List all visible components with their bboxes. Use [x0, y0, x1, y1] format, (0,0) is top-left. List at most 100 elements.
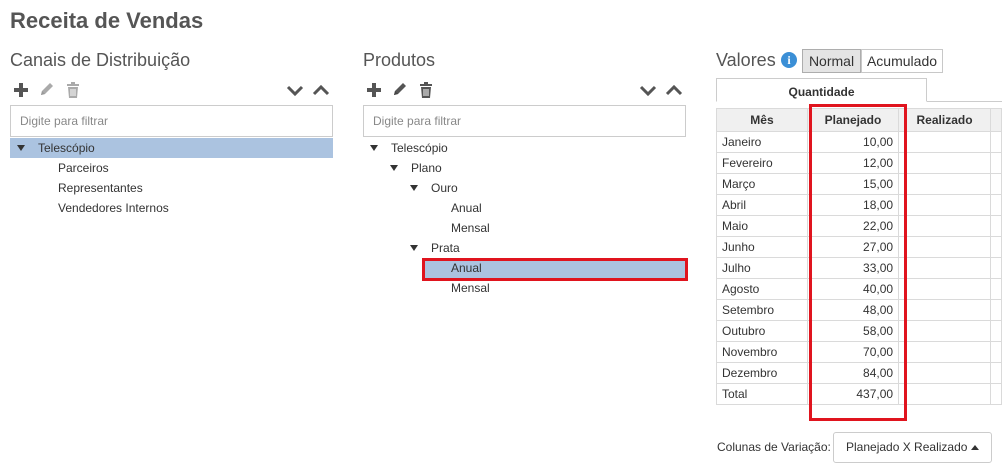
actual-cell[interactable]	[898, 362, 991, 384]
expanded-caret-icon[interactable]	[410, 245, 418, 251]
actual-cell[interactable]	[898, 383, 991, 405]
expand-all-icon[interactable]	[639, 80, 657, 100]
extra-cell[interactable]	[989, 362, 1002, 384]
month-cell[interactable]: Novembro	[716, 341, 808, 363]
table-row: Agosto 40,00	[716, 278, 1002, 300]
column-header-realizado[interactable]: Realizado	[898, 108, 991, 132]
planned-cell[interactable]: 12,00	[806, 152, 900, 174]
planned-cell[interactable]: 84,00	[806, 362, 900, 384]
collapse-all-icon[interactable]	[665, 80, 683, 100]
extra-cell[interactable]	[989, 215, 1002, 237]
month-cell[interactable]: Dezembro	[716, 362, 808, 384]
channels-tree-item-parceiros[interactable]: Parceiros	[10, 158, 333, 178]
collapse-all-icon[interactable]	[312, 80, 330, 100]
extra-cell[interactable]	[989, 278, 1002, 300]
products-filter-input[interactable]	[363, 105, 686, 137]
month-cell[interactable]: Abril	[716, 194, 808, 216]
actual-cell[interactable]	[898, 341, 991, 363]
channels-tree-item-representantes[interactable]: Representantes	[10, 178, 333, 198]
planned-cell[interactable]: 22,00	[806, 215, 900, 237]
planned-cell[interactable]: 18,00	[806, 194, 900, 216]
extra-cell[interactable]	[989, 173, 1002, 195]
planned-cell[interactable]: 437,00	[806, 383, 900, 405]
extra-cell[interactable]	[989, 257, 1002, 279]
table-row: Novembro 70,00	[716, 341, 1002, 363]
month-cell[interactable]: Maio	[716, 215, 808, 237]
month-cell[interactable]: Total	[716, 383, 808, 405]
planned-cell[interactable]: 15,00	[806, 173, 900, 195]
delete-icon[interactable]	[64, 80, 82, 100]
planned-cell[interactable]: 70,00	[806, 341, 900, 363]
column-header-mes[interactable]: Mês	[716, 108, 808, 132]
values-table: Mês Planejado Realizado Janeiro 10,00 Feve…	[716, 108, 1002, 405]
add-icon[interactable]	[12, 80, 30, 100]
channels-tree-item-telescopio[interactable]: Telescópio	[10, 138, 333, 158]
month-cell[interactable]: Janeiro	[716, 131, 808, 153]
table-row: Março 15,00	[716, 173, 1002, 195]
month-cell[interactable]: Agosto	[716, 278, 808, 300]
tree-item-label: Parceiros	[58, 161, 109, 175]
planned-cell[interactable]: 58,00	[806, 320, 900, 342]
products-tree-item-plano[interactable]: Plano	[363, 158, 686, 178]
expanded-caret-icon[interactable]	[390, 165, 398, 171]
planned-cell[interactable]: 40,00	[806, 278, 900, 300]
products-tree-item-prata-anual[interactable]: Anual	[424, 258, 686, 278]
edit-icon[interactable]	[38, 80, 56, 100]
actual-cell[interactable]	[898, 173, 991, 195]
actual-cell[interactable]	[898, 152, 991, 174]
edit-icon[interactable]	[391, 80, 409, 100]
tree-item-label: Telescópio	[391, 141, 448, 155]
products-tree-item-prata[interactable]: Prata	[363, 238, 686, 258]
tab-quantidade[interactable]: Quantidade	[716, 78, 927, 102]
delete-icon[interactable]	[417, 80, 435, 100]
planned-cell[interactable]: 33,00	[806, 257, 900, 279]
actual-cell[interactable]	[898, 236, 991, 258]
actual-cell[interactable]	[898, 257, 991, 279]
actual-cell[interactable]	[898, 131, 991, 153]
channels-tree-item-vendedores-internos[interactable]: Vendedores Internos	[10, 198, 333, 218]
channels-filter-input[interactable]	[10, 105, 333, 137]
table-row: Fevereiro 12,00	[716, 152, 1002, 174]
products-tree-item-ouro[interactable]: Ouro	[363, 178, 686, 198]
month-cell[interactable]: Fevereiro	[716, 152, 808, 174]
planned-cell[interactable]: 27,00	[806, 236, 900, 258]
add-icon[interactable]	[365, 80, 383, 100]
mode-normal-button[interactable]: Normal	[802, 49, 861, 73]
month-cell[interactable]: Março	[716, 173, 808, 195]
table-row: Total 437,00	[716, 383, 1002, 405]
info-icon[interactable]: i	[781, 52, 797, 68]
month-cell[interactable]: Setembro	[716, 299, 808, 321]
extra-cell[interactable]	[989, 299, 1002, 321]
products-tree-item-ouro-mensal[interactable]: Mensal	[363, 218, 686, 238]
mode-acumulado-button[interactable]: Acumulado	[861, 49, 943, 73]
actual-cell[interactable]	[898, 299, 991, 321]
variation-columns-dropdown[interactable]: Planejado X Realizado	[833, 432, 992, 463]
products-tree-item-prata-mensal[interactable]: Mensal	[363, 278, 686, 298]
month-cell[interactable]: Julho	[716, 257, 808, 279]
actual-cell[interactable]	[898, 194, 991, 216]
expanded-caret-icon[interactable]	[370, 145, 378, 151]
expand-all-icon[interactable]	[286, 80, 304, 100]
month-cell[interactable]: Junho	[716, 236, 808, 258]
month-cell[interactable]: Outubro	[716, 320, 808, 342]
products-tree-item-telescopio[interactable]: Telescópio	[363, 138, 686, 158]
column-header-planejado[interactable]: Planejado	[806, 108, 900, 132]
extra-cell[interactable]	[989, 383, 1002, 405]
expanded-caret-icon[interactable]	[410, 185, 418, 191]
variation-columns-value: Planejado X Realizado	[846, 440, 968, 454]
table-row: Julho 33,00	[716, 257, 1002, 279]
extra-cell[interactable]	[989, 236, 1002, 258]
products-tree-item-ouro-anual[interactable]: Anual	[363, 198, 686, 218]
planned-cell[interactable]: 48,00	[806, 299, 900, 321]
caret-up-icon	[971, 445, 980, 451]
extra-cell[interactable]	[989, 320, 1002, 342]
extra-cell[interactable]	[989, 341, 1002, 363]
extra-cell[interactable]	[989, 152, 1002, 174]
actual-cell[interactable]	[898, 215, 991, 237]
extra-cell[interactable]	[989, 131, 1002, 153]
planned-cell[interactable]: 10,00	[806, 131, 900, 153]
extra-cell[interactable]	[989, 194, 1002, 216]
actual-cell[interactable]	[898, 278, 991, 300]
expanded-caret-icon[interactable]	[17, 145, 25, 151]
actual-cell[interactable]	[898, 320, 991, 342]
